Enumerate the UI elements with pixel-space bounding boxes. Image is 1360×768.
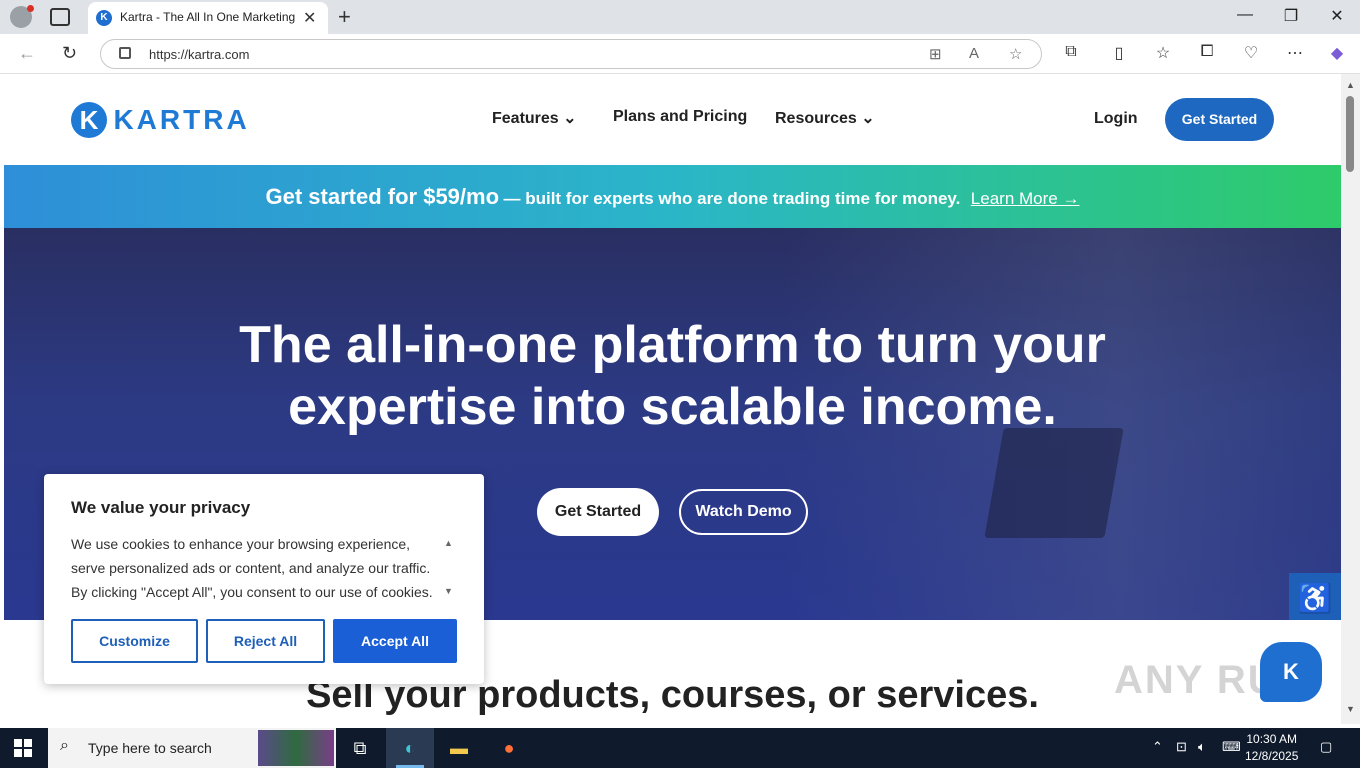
language-icon[interactable]: ⌨ (1222, 739, 1241, 755)
favorite-star-icon[interactable]: ☆ (1009, 45, 1022, 63)
split-screen-icon[interactable]: ▯ (1108, 43, 1130, 63)
cookie-consent-dialog: We value your privacy We use cookies to … (44, 474, 484, 684)
close-window-icon[interactable]: ✕ (1322, 6, 1352, 26)
network-icon[interactable]: ⊡ (1176, 739, 1187, 755)
taskbar-clock[interactable]: 10:30 AM 12/8/2025 (1245, 731, 1298, 765)
address-bar-row: ← ↻ https://kartra.com ⊞ A ☆ ⧉ ▯ ☆ ⧠ ♡ ⋯… (0, 34, 1360, 74)
site-header: K KARTRA Features ⌄ Plans and Pricing Re… (4, 74, 1341, 165)
accessibility-icon[interactable]: ♿ (1289, 573, 1341, 620)
clock-date: 12/8/2025 (1245, 749, 1299, 763)
cookie-scroll-up-icon[interactable]: ▲ (444, 538, 453, 548)
notifications-icon[interactable]: ▢ (1320, 739, 1332, 755)
watch-demo-button[interactable]: Watch Demo (679, 489, 808, 535)
copilot-icon[interactable]: ◆ (1326, 43, 1348, 63)
promo-price-text: Get started for $59/mo (265, 184, 500, 209)
reject-all-button[interactable]: Reject All (206, 619, 325, 663)
customize-button[interactable]: Customize (71, 619, 198, 663)
collections-icon[interactable]: ⧠ (1196, 43, 1218, 61)
nav-features[interactable]: Features ⌄ (492, 108, 577, 128)
url-text[interactable]: https://kartra.com (149, 47, 249, 62)
firefox-icon[interactable]: ● (497, 736, 521, 760)
windows-start-icon[interactable] (14, 739, 32, 757)
restore-icon[interactable]: ❐ (1276, 6, 1306, 26)
taskbar-search[interactable]: ⌕ Type here to search (48, 728, 336, 768)
close-tab-icon[interactable]: ✕ (303, 8, 316, 28)
clock-time: 10:30 AM (1246, 732, 1298, 746)
nav-features-label: Features (492, 110, 559, 127)
hero-heading-line2: expertise into scalable income. (288, 378, 1057, 436)
more-menu-icon[interactable]: ⋯ (1284, 43, 1306, 63)
nav-resources-label: Resources (775, 110, 857, 127)
lock-icon[interactable] (119, 47, 131, 59)
taskbar-search-placeholder: Type here to search (88, 740, 212, 756)
tab-title: Kartra - The All In One Marketing (120, 10, 295, 24)
file-explorer-icon[interactable]: ▬ (447, 736, 471, 760)
hero-get-started-button[interactable]: Get Started (537, 488, 659, 536)
back-icon[interactable]: ← (18, 43, 36, 64)
tray-chevron-up-icon[interactable]: ⌃ (1152, 739, 1163, 755)
login-link[interactable]: Login (1094, 110, 1138, 128)
chevron-down-icon: ⌄ (563, 110, 577, 127)
browser-tab-active[interactable]: K Kartra - The All In One Marketing ✕ (88, 2, 328, 34)
favorites-icon[interactable]: ☆ (1152, 43, 1174, 63)
hero-heading-line1: The all-in-one platform to turn your (239, 316, 1106, 374)
scroll-up-icon[interactable]: ▲ (1346, 80, 1355, 90)
scroll-thumb[interactable] (1346, 96, 1354, 172)
cookie-scroll-down-icon[interactable]: ▼ (444, 586, 453, 596)
search-highlight-image (258, 730, 334, 766)
nav-plans-label: Plans and Pricing (613, 108, 748, 125)
notification-dot (27, 5, 34, 12)
url-field[interactable]: https://kartra.com ⊞ A ☆ (100, 39, 1042, 69)
volume-icon[interactable]: 🔈︎ (1198, 739, 1206, 755)
cookie-body: We use cookies to enhance your browsing … (71, 536, 433, 600)
promo-banner: Get started for $59/mo — built for exper… (4, 165, 1341, 228)
minimize-icon[interactable]: — (1230, 6, 1260, 24)
accept-all-button[interactable]: Accept All (333, 619, 457, 663)
refresh-icon[interactable]: ↻ (62, 43, 77, 64)
extensions-icon[interactable]: ⧉ (1060, 43, 1082, 61)
edge-icon[interactable]: ◐ (398, 736, 422, 760)
read-aloud-icon[interactable]: A (969, 45, 979, 62)
nav-plans-pricing[interactable]: Plans and Pricing (613, 108, 747, 126)
browser-essentials-icon[interactable]: ♡ (1240, 43, 1262, 63)
logo-text: KARTRA (113, 104, 250, 135)
kartra-logo[interactable]: K KARTRA (71, 102, 250, 138)
search-icon: ⌕ (60, 737, 69, 754)
scroll-down-icon[interactable]: ▼ (1346, 704, 1355, 714)
header-get-started-button[interactable]: Get Started (1165, 98, 1274, 141)
new-tab-icon[interactable]: + (338, 4, 351, 30)
chevron-down-icon: ⌄ (861, 110, 875, 127)
learn-more-link[interactable]: Learn More → (971, 189, 1080, 208)
kartra-favicon-icon: K (96, 10, 112, 26)
cookie-title: We value your privacy (71, 498, 251, 517)
logo-k-icon: K (71, 102, 107, 138)
laptop-image (984, 428, 1124, 538)
tab-actions-icon[interactable] (50, 8, 70, 26)
page-scrollbar[interactable]: ▲ ▼ (1341, 74, 1360, 724)
promo-subtext: — built for experts who are done trading… (503, 189, 961, 208)
task-view-icon[interactable]: ⧉ (348, 736, 372, 760)
browser-tab-bar: K Kartra - The All In One Marketing ✕ + … (0, 0, 1360, 34)
hero-heading: The all-in-one platform to turn your exp… (4, 314, 1341, 438)
app-available-icon[interactable]: ⊞ (929, 45, 942, 63)
nav-resources[interactable]: Resources ⌄ (775, 108, 875, 128)
windows-taskbar: ⌕ Type here to search ⧉ ◐ ▬ ● ⌃ ⊡ 🔈︎ ⌨ 1… (0, 728, 1360, 768)
chat-widget-icon[interactable]: K (1260, 642, 1322, 702)
